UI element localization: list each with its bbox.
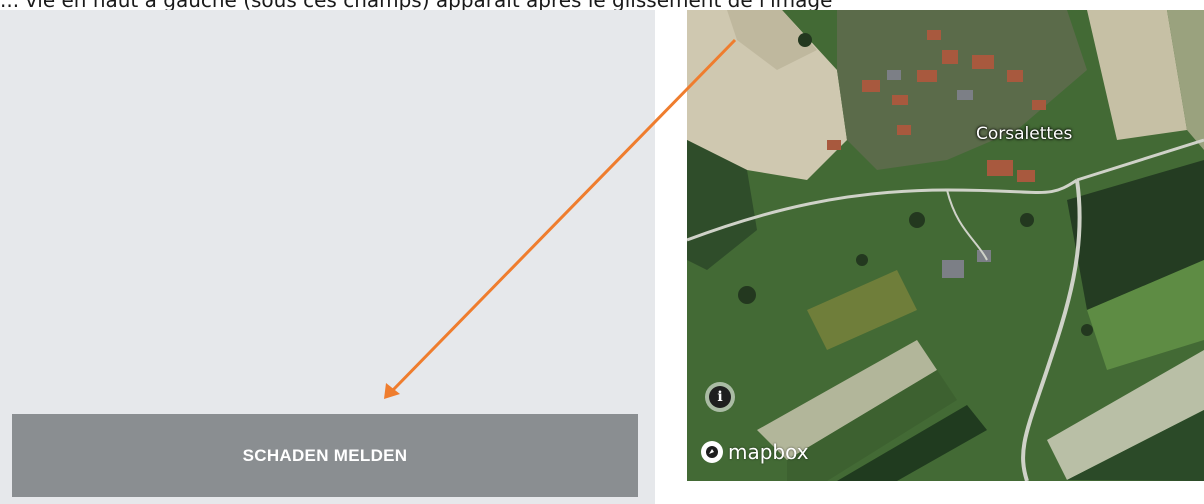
info-icon: i (709, 386, 731, 408)
report-damage-button[interactable]: SCHADEN MELDEN (12, 414, 638, 497)
map-info-button[interactable]: i (705, 382, 735, 412)
mapbox-attribution[interactable]: mapbox (701, 438, 809, 466)
place-label: Corsalettes (976, 124, 1073, 144)
mapbox-wordmark: mapbox (728, 440, 809, 464)
mapbox-logo-icon (701, 441, 723, 463)
map-view[interactable]: Corsalettes i mapbox (687, 10, 1204, 481)
satellite-imagery (687, 10, 1204, 481)
